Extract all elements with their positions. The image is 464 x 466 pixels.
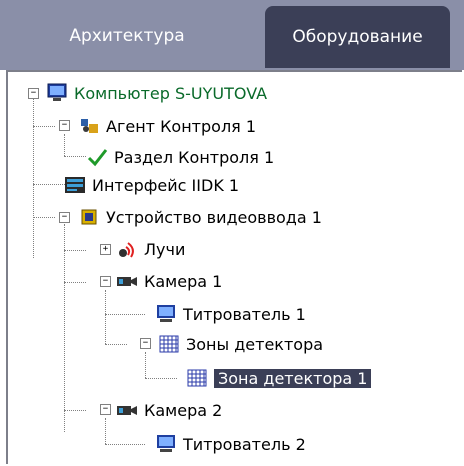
tree-node-section[interactable]: Раздел Контроля 1 — [86, 145, 274, 169]
monitor-icon — [155, 304, 177, 324]
camera-icon — [116, 271, 138, 291]
tree-node-label: Устройство видеоввода 1 — [106, 207, 322, 227]
tree-line — [145, 352, 146, 378]
tree-node-label: Раздел Контроля 1 — [114, 147, 275, 167]
interface-icon — [64, 175, 86, 195]
tree-line — [105, 290, 106, 344]
camera-icon — [116, 400, 138, 420]
tree-line — [33, 217, 55, 218]
tab-bar: Архитектура Оборудование — [0, 0, 464, 70]
chip-icon — [78, 207, 100, 227]
tree-node-camera-1[interactable]: Камера 1 — [116, 269, 222, 293]
checkmark-icon — [86, 147, 108, 167]
tab-hardware[interactable]: Оборудование — [265, 6, 450, 68]
tree-node-label: Титрователь 1 — [183, 304, 306, 324]
tree-line — [105, 344, 127, 345]
tree-node-video-device[interactable]: Устройство видеоввода 1 — [78, 205, 322, 229]
tree-node-label: Титрователь 2 — [183, 434, 306, 454]
grid-icon — [186, 368, 208, 388]
collapse-toggle[interactable]: − — [59, 120, 70, 131]
tree-node-agent[interactable]: Агент Контроля 1 — [78, 114, 256, 138]
collapse-toggle[interactable]: − — [100, 404, 111, 415]
tree-line — [145, 378, 177, 379]
tree-line — [64, 224, 65, 432]
tree-line — [33, 126, 55, 127]
collapse-toggle[interactable]: − — [140, 338, 151, 349]
tree-line — [64, 134, 65, 156]
tree-node-label: Интерфейс IIDK 1 — [92, 175, 240, 195]
tree-line — [33, 184, 65, 185]
tree-node-label: Зоны детектора — [186, 334, 324, 354]
agent-icon — [78, 116, 100, 136]
tree-line — [105, 444, 145, 445]
tree-node-label: Камера 2 — [144, 400, 223, 420]
tree-line — [105, 418, 106, 444]
tree-line — [64, 282, 86, 283]
tree-node-zones[interactable]: Зоны детектора — [158, 332, 323, 356]
rays-icon — [116, 239, 138, 259]
tree-node-titler-1[interactable]: Титрователь 1 — [155, 302, 306, 326]
tree-line — [64, 156, 86, 157]
tree-node-titler-2[interactable]: Титрователь 2 — [155, 432, 306, 456]
tree-node-label: Лучи — [144, 239, 186, 259]
tree-node-label: Зона детектора 1 — [214, 368, 372, 388]
tree-node-camera-2[interactable]: Камера 2 — [116, 398, 222, 422]
tree-node-computer[interactable]: Компьютер S-UYUTOVA — [46, 81, 267, 105]
collapse-toggle[interactable]: − — [59, 212, 70, 223]
tree-node-zone-1[interactable]: Зона детектора 1 — [186, 366, 372, 390]
computer-icon — [46, 83, 68, 103]
tree-line — [105, 314, 145, 315]
tree-node-rays[interactable]: Лучи — [116, 237, 185, 261]
tree-line — [64, 410, 86, 411]
expand-toggle[interactable]: + — [100, 244, 111, 255]
tree-panel: − − − + − − − Компьютер S-UYUTOVA Агент … — [6, 70, 462, 464]
tab-architecture[interactable]: Архитектура — [22, 8, 232, 64]
tree-node-label: Камера 1 — [144, 271, 223, 291]
monitor-icon — [155, 434, 177, 454]
tree-node-label: Компьютер S-UYUTOVA — [74, 83, 268, 103]
collapse-toggle[interactable]: − — [100, 276, 111, 287]
tree-line — [64, 250, 86, 251]
collapse-toggle[interactable]: − — [28, 88, 39, 99]
grid-icon — [158, 334, 180, 354]
tree-node-label: Агент Контроля 1 — [106, 116, 257, 136]
tree-node-interface[interactable]: Интерфейс IIDK 1 — [64, 173, 239, 197]
hardware-tree-window: Архитектура Оборудование − − − + − − − К… — [0, 0, 464, 466]
tree-line — [33, 98, 34, 258]
